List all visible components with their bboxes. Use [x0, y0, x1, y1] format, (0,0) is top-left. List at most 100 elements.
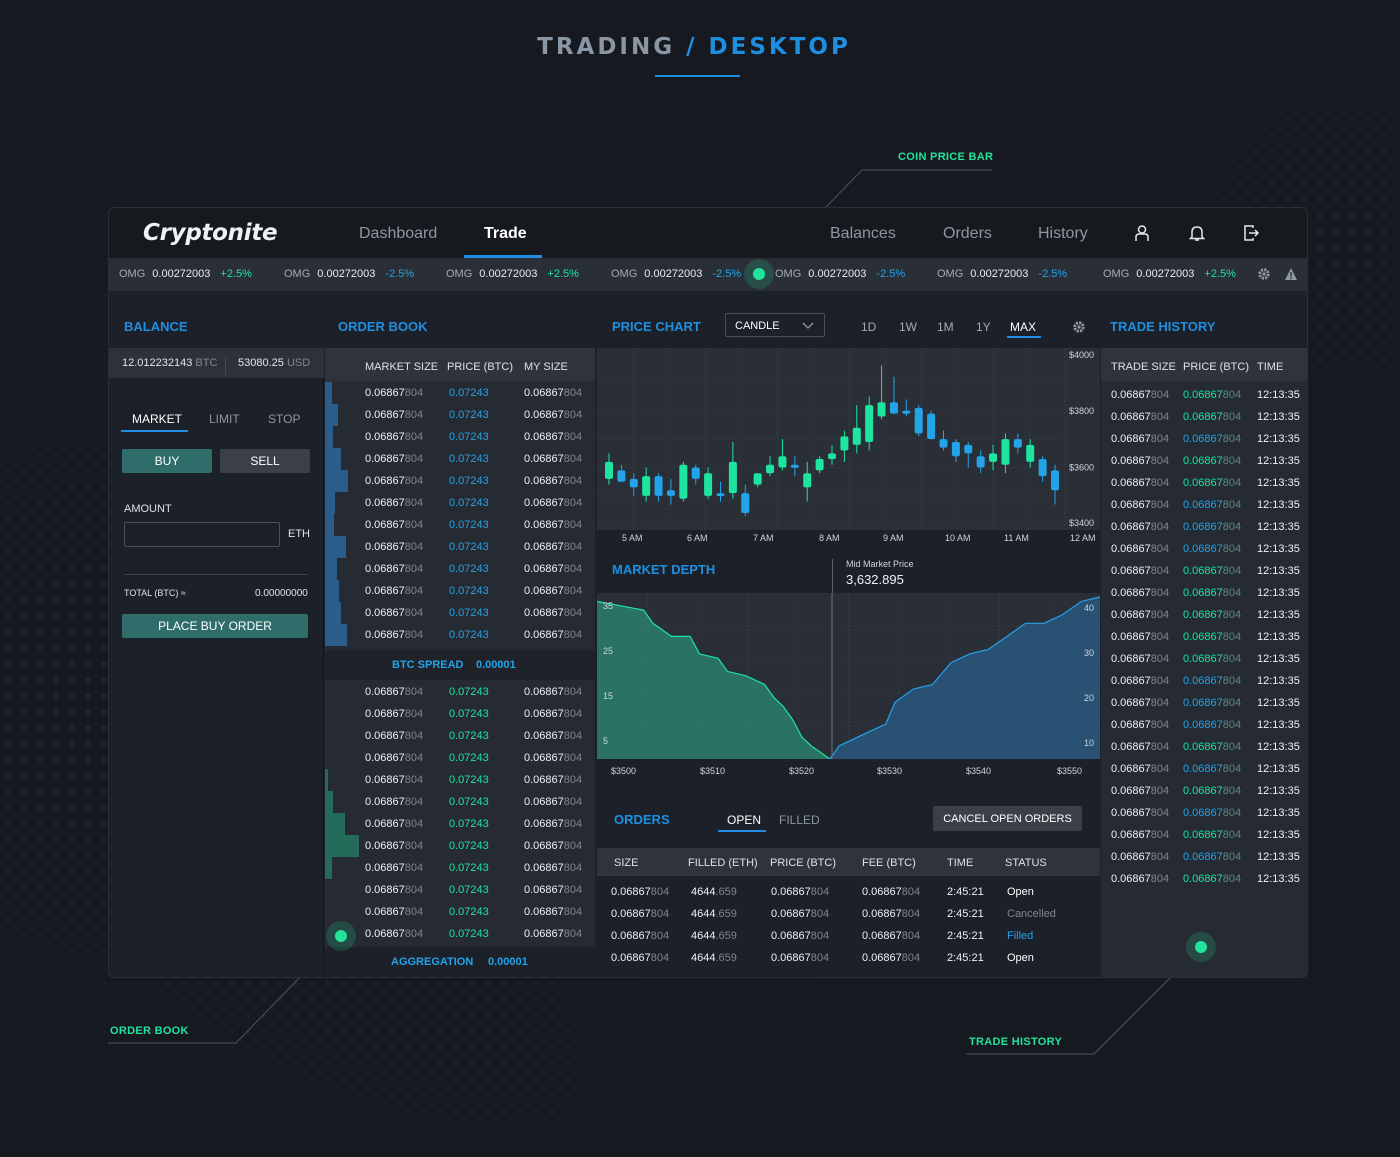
aggregation[interactable]: AGGREGATION 0.00001: [325, 947, 595, 977]
trade-history-row[interactable]: 0.06867804 0.06867804 12:13:35: [1101, 429, 1307, 451]
ticker-item[interactable]: OMG 0.00272003 -2.5%: [937, 268, 1067, 280]
user-icon[interactable]: [1133, 224, 1151, 242]
nav-trade[interactable]: Trade: [484, 225, 527, 243]
order-book-row[interactable]: 0.06867804 0.07243 0.06867804: [325, 879, 595, 901]
trade-size-main: 0.06867: [1111, 433, 1151, 445]
order-book-row[interactable]: 0.06867804 0.07243 0.06867804: [325, 769, 595, 791]
order-book-row[interactable]: 0.06867804 0.07243 0.06867804: [325, 813, 595, 835]
trade-history-row[interactable]: 0.06867804 0.06867804 12:13:35: [1101, 517, 1307, 539]
nav-history[interactable]: History: [1038, 225, 1088, 243]
order-book-row[interactable]: 0.06867804 0.07243 0.06867804: [325, 725, 595, 747]
trade-history-row[interactable]: 0.06867804 0.06867804 12:13:35: [1101, 803, 1307, 825]
chevron-down-icon: [802, 322, 814, 329]
trade-history-row[interactable]: 0.06867804 0.06867804 12:13:35: [1101, 539, 1307, 561]
trade-history-row[interactable]: 0.06867804 0.06867804 12:13:35: [1101, 605, 1307, 627]
order-book-row[interactable]: 0.06867804 0.07243 0.06867804: [325, 747, 595, 769]
order-book-row[interactable]: 0.06867804 0.07243 0.06867804: [325, 470, 595, 492]
tab-open[interactable]: OPEN: [727, 813, 761, 827]
order-book-row[interactable]: 0.06867804 0.07243 0.06867804: [325, 382, 595, 404]
amount-input[interactable]: [124, 522, 280, 547]
sell-button[interactable]: SELL: [220, 449, 310, 473]
order-status: Filled: [1007, 930, 1034, 942]
warning-icon[interactable]: [1284, 267, 1298, 281]
order-book-row[interactable]: 0.06867804 0.07243 0.06867804: [325, 426, 595, 448]
trade-history-row[interactable]: 0.06867804 0.06867804 12:13:35: [1101, 825, 1307, 847]
trade-history-row[interactable]: 0.06867804 0.06867804 12:13:35: [1101, 759, 1307, 781]
candle-body: [666, 490, 675, 496]
chart-type-select[interactable]: CANDLE: [725, 313, 825, 337]
trade-history-row[interactable]: 0.06867804 0.06867804 12:13:35: [1101, 781, 1307, 803]
buy-button[interactable]: BUY: [122, 449, 212, 473]
bell-icon[interactable]: [1188, 224, 1206, 242]
nav-dashboard[interactable]: Dashboard: [359, 225, 437, 243]
my-size-dim: 804: [563, 818, 583, 830]
range-max[interactable]: MAX: [1010, 320, 1036, 334]
range-1d[interactable]: 1D: [861, 320, 876, 334]
order-row[interactable]: 0.06867804 4644.659 0.06867804 0.06867804 2:…: [597, 908, 1100, 930]
order-book-row[interactable]: 0.06867804 0.07243 0.06867804: [325, 558, 595, 580]
range-1w[interactable]: 1W: [899, 320, 917, 334]
order-row[interactable]: 0.06867804 4644.659 0.06867804 0.06867804 2:…: [597, 930, 1100, 952]
tab-filled[interactable]: FILLED: [779, 813, 820, 827]
ticker-item[interactable]: OMG 0.00272003 -2.5%: [611, 268, 741, 280]
tab-stop[interactable]: STOP: [268, 412, 300, 426]
candle-body: [1013, 439, 1022, 448]
trade-history-row[interactable]: 0.06867804 0.06867804 12:13:35: [1101, 715, 1307, 737]
trade-history-row[interactable]: 0.06867804 0.06867804 12:13:35: [1101, 693, 1307, 715]
trade-history-row[interactable]: 0.06867804 0.06867804 12:13:35: [1101, 583, 1307, 605]
ticker-item[interactable]: OMG 0.00272003 +2.5%: [1103, 268, 1236, 280]
nav-balances[interactable]: Balances: [830, 225, 896, 243]
trade-history-row[interactable]: 0.06867804 0.06867804 12:13:35: [1101, 627, 1307, 649]
amount-unit: ETH: [288, 528, 310, 540]
order-book-row[interactable]: 0.06867804 0.07243 0.06867804: [325, 514, 595, 536]
order-book-row[interactable]: 0.06867804 0.07243 0.06867804: [325, 923, 595, 945]
trade-history-row[interactable]: 0.06867804 0.06867804 12:13:35: [1101, 869, 1307, 891]
ticker-item[interactable]: OMG 0.00272003 +2.5%: [446, 268, 579, 280]
order-book-row[interactable]: 0.06867804 0.07243 0.06867804: [325, 404, 595, 426]
order-book-row[interactable]: 0.06867804 0.07243 0.06867804: [325, 492, 595, 514]
trade-history-row[interactable]: 0.06867804 0.06867804 12:13:35: [1101, 847, 1307, 869]
trade-history-row[interactable]: 0.06867804 0.06867804 12:13:35: [1101, 495, 1307, 517]
order-book-row[interactable]: 0.06867804 0.07243 0.06867804: [325, 791, 595, 813]
chart-settings-gear-icon[interactable]: [1072, 320, 1086, 334]
range-1m[interactable]: 1M: [937, 320, 954, 334]
trade-history-row[interactable]: 0.06867804 0.06867804 12:13:35: [1101, 671, 1307, 693]
candle-body: [852, 427, 861, 445]
order-row[interactable]: 0.06867804 4644.659 0.06867804 0.06867804 2:…: [597, 886, 1100, 908]
trade-history-row[interactable]: 0.06867804 0.06867804 12:13:35: [1101, 561, 1307, 583]
price: 0.07243: [449, 796, 489, 808]
my-size: 0.06867804: [524, 519, 582, 531]
order-book-row[interactable]: 0.06867804 0.07243 0.06867804: [325, 901, 595, 923]
ticker-item[interactable]: OMG 0.00272003 -2.5%: [775, 268, 905, 280]
logout-icon[interactable]: [1242, 224, 1260, 242]
order-row[interactable]: 0.06867804 4644.659 0.06867804 0.06867804 2:…: [597, 952, 1100, 974]
order-book-row[interactable]: 0.06867804 0.07243 0.06867804: [325, 448, 595, 470]
order-book-row[interactable]: 0.06867804 0.07243 0.06867804: [325, 536, 595, 558]
my-size: 0.06867804: [524, 752, 582, 764]
price-chart-title: PRICE CHART: [612, 319, 701, 334]
order-book-row[interactable]: 0.06867804 0.07243 0.06867804: [325, 835, 595, 857]
gear-icon[interactable]: [1257, 267, 1271, 281]
ticker-item[interactable]: OMG 0.00272003 -2.5%: [284, 268, 414, 280]
order-book-row[interactable]: 0.06867804 0.07243 0.06867804: [325, 681, 595, 703]
trade-history-row[interactable]: 0.06867804 0.06867804 12:13:35: [1101, 385, 1307, 407]
order-book-row[interactable]: 0.06867804 0.07243 0.06867804: [325, 857, 595, 879]
trade-history-row[interactable]: 0.06867804 0.06867804 12:13:35: [1101, 737, 1307, 759]
tab-limit[interactable]: LIMIT: [209, 412, 240, 426]
trade-size-main: 0.06867: [1111, 499, 1151, 511]
trade-history-row[interactable]: 0.06867804 0.06867804 12:13:35: [1101, 473, 1307, 495]
trade-history-row[interactable]: 0.06867804 0.06867804 12:13:35: [1101, 649, 1307, 671]
col-time: TIME: [1257, 361, 1284, 373]
order-book-row[interactable]: 0.06867804 0.07243 0.06867804: [325, 703, 595, 725]
order-book-row[interactable]: 0.06867804 0.07243 0.06867804: [325, 602, 595, 624]
trade-history-row[interactable]: 0.06867804 0.06867804 12:13:35: [1101, 407, 1307, 429]
order-book-row[interactable]: 0.06867804 0.07243 0.06867804: [325, 580, 595, 602]
cancel-open-orders-button[interactable]: CANCEL OPEN ORDERS: [933, 806, 1082, 831]
trade-history-row[interactable]: 0.06867804 0.06867804 12:13:35: [1101, 451, 1307, 473]
nav-orders[interactable]: Orders: [943, 225, 992, 243]
tab-market[interactable]: MARKET: [132, 412, 182, 426]
range-1y[interactable]: 1Y: [976, 320, 991, 334]
order-book-row[interactable]: 0.06867804 0.07243 0.06867804: [325, 624, 595, 646]
place-buy-order-button[interactable]: PLACE BUY ORDER: [122, 614, 308, 638]
ticker-item[interactable]: OMG 0.00272003 +2.5%: [119, 268, 252, 280]
